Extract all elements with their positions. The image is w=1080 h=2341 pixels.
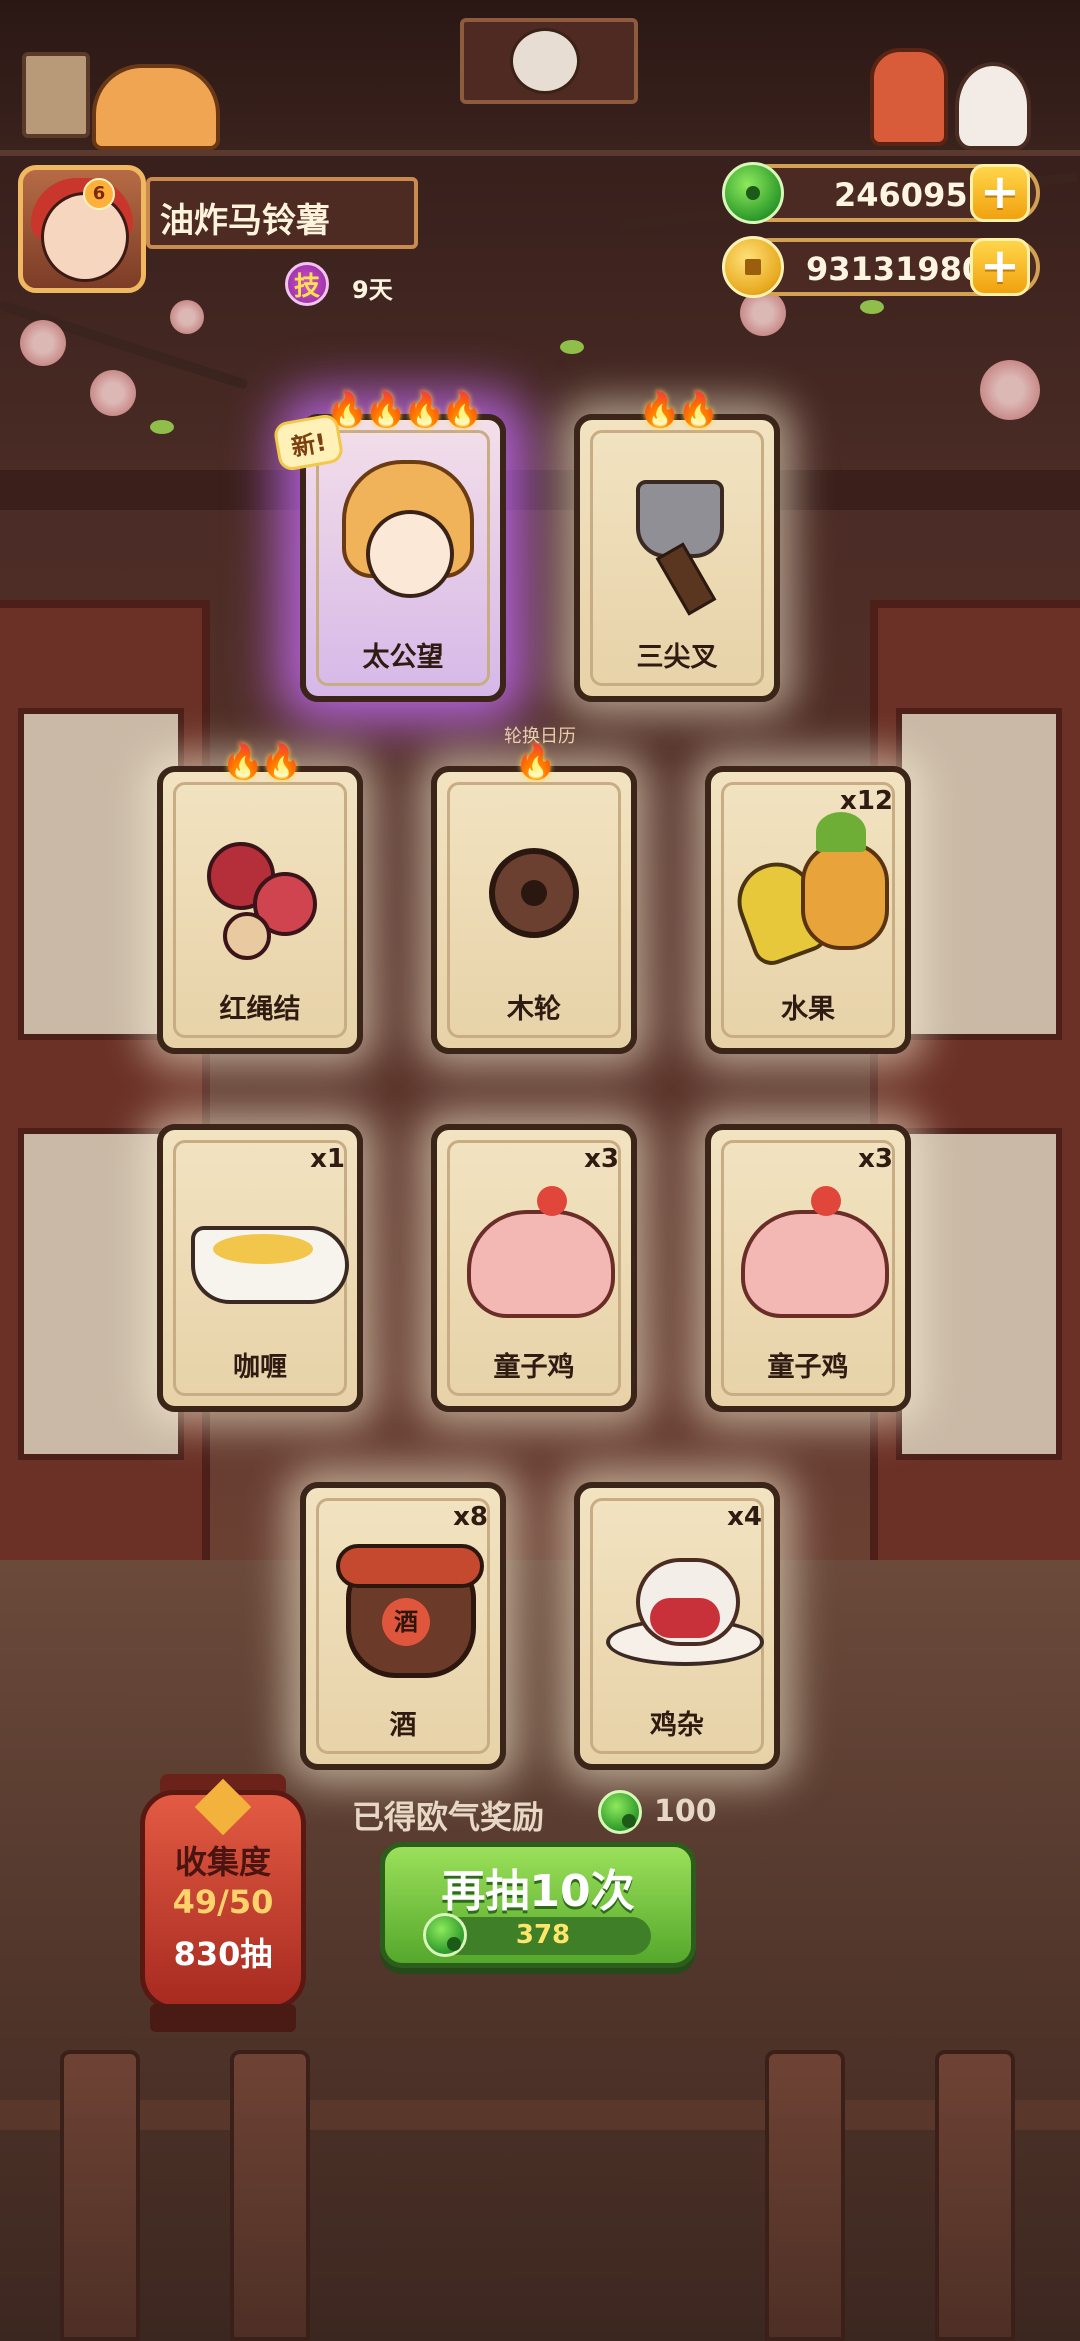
card-quantity: x3	[858, 1144, 893, 1174]
leaf-icon	[150, 420, 174, 434]
card-label: 酒	[389, 1710, 417, 1741]
cat-icon	[92, 64, 220, 150]
card-trident[interactable]: 🔥🔥 三尖叉	[574, 390, 780, 702]
owl-icon	[510, 28, 580, 94]
coin-amount: 93131980	[806, 250, 985, 288]
blossom-icon	[980, 360, 1040, 420]
jade-amount: 246095	[834, 176, 968, 214]
character-face-icon	[366, 510, 454, 598]
pineapple-icon	[801, 842, 889, 950]
white-cat-icon	[955, 62, 1031, 150]
chicken-icon	[467, 1210, 615, 1318]
card-fruit[interactable]: x12 水果	[705, 766, 911, 1054]
card-chicken-2[interactable]: x3 童子鸡	[705, 1124, 911, 1412]
card-quantity: x8	[453, 1502, 488, 1532]
player-name: 油炸马铃薯	[160, 201, 330, 241]
blossom-icon	[20, 320, 66, 366]
card-label: 太公望	[362, 642, 444, 673]
avatar-level-badge: 6	[83, 178, 115, 210]
collection-title: 收集度	[174, 1843, 271, 1881]
player-avatar[interactable]: 6	[18, 165, 146, 293]
jade-icon	[598, 1790, 642, 1834]
pineapple-leaves-icon	[816, 812, 866, 852]
blossom-icon	[90, 370, 136, 416]
chicken-icon	[741, 1210, 889, 1318]
leaf-icon	[560, 340, 584, 354]
card-label: 红绳结	[219, 994, 301, 1025]
jade-icon	[722, 162, 784, 224]
card-label: 童子鸡	[493, 1352, 575, 1383]
wheel-hub-icon	[521, 880, 547, 906]
add-coin-button[interactable]: +	[970, 238, 1030, 296]
ceiling-beam	[0, 470, 1080, 510]
coin-icon	[722, 236, 784, 298]
card-label: 咖喱	[233, 1352, 287, 1383]
days-counter: 9天	[352, 276, 393, 304]
card-label: 木轮	[507, 994, 561, 1025]
collection-progress: 49/50	[172, 1883, 274, 1921]
card-chicken-1[interactable]: x3 童子鸡	[431, 1124, 637, 1412]
flame-rating-icon: 🔥🔥	[221, 742, 303, 782]
leaf-icon	[860, 300, 884, 314]
card-quantity: x12	[840, 786, 893, 816]
blossom-icon	[170, 300, 204, 334]
draw-cost: 378	[423, 1913, 651, 1957]
skill-icon[interactable]: 技	[285, 262, 329, 306]
doll-icon	[870, 48, 948, 146]
railing-post	[230, 2050, 310, 2341]
collection-draws: 830抽	[173, 1935, 273, 1973]
draw-again-button[interactable]: 再抽10次 378	[380, 1842, 696, 1968]
draw-again-label: 再抽10次	[441, 1866, 635, 1917]
book-icon	[22, 52, 90, 138]
card-curry[interactable]: x1 咖喱	[157, 1124, 363, 1412]
card-label: 水果	[781, 994, 835, 1025]
card-quantity: x4	[727, 1502, 762, 1532]
card-red-knot[interactable]: 🔥🔥 红绳结	[157, 742, 363, 1054]
collection-lantern[interactable]: 收集度 49/50 830抽	[140, 1778, 306, 2010]
giblets-icon	[650, 1598, 720, 1638]
reward-label: 已得欧气奖励	[352, 1798, 545, 1836]
card-wooden-wheel[interactable]: 🔥 木轮	[431, 742, 637, 1054]
add-jade-button[interactable]: +	[970, 164, 1030, 222]
railing-post	[765, 2050, 845, 2341]
railing-post	[935, 2050, 1015, 2341]
player-name-plate: 油炸马铃薯	[146, 177, 418, 249]
lantern-base	[150, 2004, 296, 2032]
card-taigongwang[interactable]: 🔥🔥🔥🔥 新! 太公望	[272, 390, 506, 702]
curry-sauce-icon	[213, 1234, 313, 1264]
bead-icon	[223, 912, 271, 960]
card-chicken-giblets[interactable]: x4 鸡杂	[574, 1482, 780, 1770]
card-quantity: x1	[310, 1144, 345, 1174]
railing-post	[60, 2050, 140, 2341]
draw-cost-amount: 378	[515, 1920, 571, 1950]
chicken-comb-icon	[537, 1186, 567, 1216]
card-quantity: x3	[584, 1144, 619, 1174]
card-label: 三尖叉	[636, 642, 718, 673]
wine-jar-label: 酒	[382, 1598, 430, 1646]
card-label: 鸡杂	[650, 1710, 704, 1741]
flame-rating-icon: 🔥🔥	[638, 390, 720, 430]
chicken-comb-icon	[811, 1186, 841, 1216]
card-wine[interactable]: x8 酒 酒	[300, 1482, 506, 1770]
flame-rating-icon: 🔥	[514, 742, 557, 782]
railing	[0, 2100, 1080, 2130]
card-label: 童子鸡	[767, 1352, 849, 1383]
wine-jar-lid-icon	[336, 1544, 484, 1588]
reward-amount: 100	[654, 1794, 717, 1829]
